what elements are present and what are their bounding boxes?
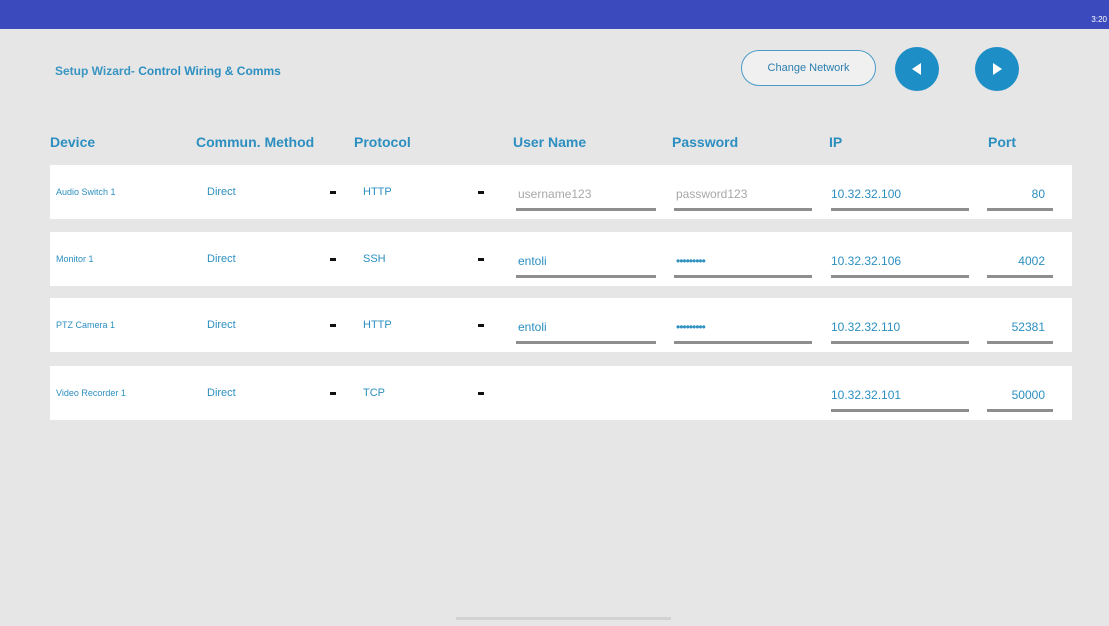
ip-value: 10.32.32.101 [831,388,902,402]
username-value: entoli [518,254,547,268]
back-button[interactable] [895,47,939,91]
column-header-password: Password [672,134,739,150]
column-header-ip: IP [829,134,843,150]
ip-value: 10.32.32.106 [831,254,902,268]
dropdown-caret-icon [330,191,336,194]
device-row: Monitor 1 Direct SSH entoli ••••••••• 10… [50,232,1072,286]
port-field[interactable]: 4002 [987,244,1053,278]
method-select[interactable]: Direct [207,184,337,202]
ip-value: 10.32.32.100 [831,187,902,201]
protocol-select[interactable]: HTTP [363,184,493,202]
ip-field[interactable]: 10.32.32.106 [831,244,969,278]
column-header-protocol: Protocol [354,134,411,150]
password-placeholder: password123 [676,187,748,201]
method-value: Direct [207,319,236,331]
protocol-select[interactable]: HTTP [363,317,493,335]
status-bar: 3:20 [0,0,1109,29]
protocol-value: TCP [363,387,385,399]
device-name: Audio Switch 1 [56,187,116,197]
protocol-select[interactable]: SSH [363,251,493,269]
ip-field[interactable]: 10.32.32.100 [831,177,969,211]
column-header-method: Commun. Method [196,134,315,150]
device-row: Video Recorder 1 Direct TCP 10.32.32.101… [50,366,1072,420]
triangle-left-icon [912,63,921,75]
device-name: Monitor 1 [56,254,94,264]
username-placeholder: username123 [518,187,592,201]
method-select[interactable]: Direct [207,385,337,403]
username-field[interactable]: username123 [516,177,656,211]
protocol-select[interactable]: TCP [363,385,493,403]
dropdown-caret-icon [330,392,336,395]
ip-field[interactable]: 10.32.32.101 [831,378,969,412]
dropdown-caret-icon [478,392,484,395]
column-header-username: User Name [513,134,587,150]
password-field[interactable]: ••••••••• [674,244,812,278]
forward-button[interactable] [975,47,1019,91]
page-title: Setup Wizard- Control Wiring & Comms [55,64,281,78]
dropdown-caret-icon [478,258,484,261]
device-name: PTZ Camera 1 [56,320,116,330]
port-field[interactable]: 50000 [987,378,1053,412]
method-select[interactable]: Direct [207,251,337,269]
method-value: Direct [207,186,236,198]
port-value: 50000 [1011,388,1045,402]
username-field[interactable]: entoli [516,244,656,278]
dropdown-caret-icon [330,324,336,327]
ip-value: 10.32.32.110 [831,320,901,334]
dropdown-caret-icon [478,324,484,327]
protocol-value: HTTP [363,319,392,331]
status-clock: 3:20 [1091,15,1107,24]
method-select[interactable]: Direct [207,317,337,335]
method-value: Direct [207,253,236,265]
password-field[interactable]: ••••••••• [674,310,812,344]
dropdown-caret-icon [478,191,484,194]
column-header-port: Port [988,134,1016,150]
password-value: ••••••••• [676,254,706,268]
username-field[interactable]: entoli [516,310,656,344]
device-row: Audio Switch 1 Direct HTTP username123 p… [50,165,1072,219]
dropdown-caret-icon [330,258,336,261]
ip-field[interactable]: 10.32.32.110 [831,310,969,344]
home-indicator [456,617,671,620]
method-value: Direct [207,387,236,399]
port-value: 52381 [1011,320,1045,334]
device-row: PTZ Camera 1 Direct HTTP entoli ••••••••… [50,298,1072,352]
protocol-value: SSH [363,253,386,265]
password-field[interactable]: password123 [674,177,812,211]
column-header-device: Device [50,134,96,150]
username-value: entoli [518,320,547,334]
page-title-main: Control Wiring & Comms [138,64,281,78]
protocol-value: HTTP [363,186,392,198]
change-network-button[interactable]: Change Network [741,50,876,86]
password-value: ••••••••• [676,320,706,334]
device-name: Video Recorder 1 [56,388,126,398]
page-title-prefix: Setup Wizard- [55,64,135,78]
port-field[interactable]: 52381 [987,310,1053,344]
port-value: 80 [1031,187,1045,201]
triangle-right-icon [993,63,1002,75]
port-field[interactable]: 80 [987,177,1053,211]
port-value: 4002 [1018,254,1045,268]
